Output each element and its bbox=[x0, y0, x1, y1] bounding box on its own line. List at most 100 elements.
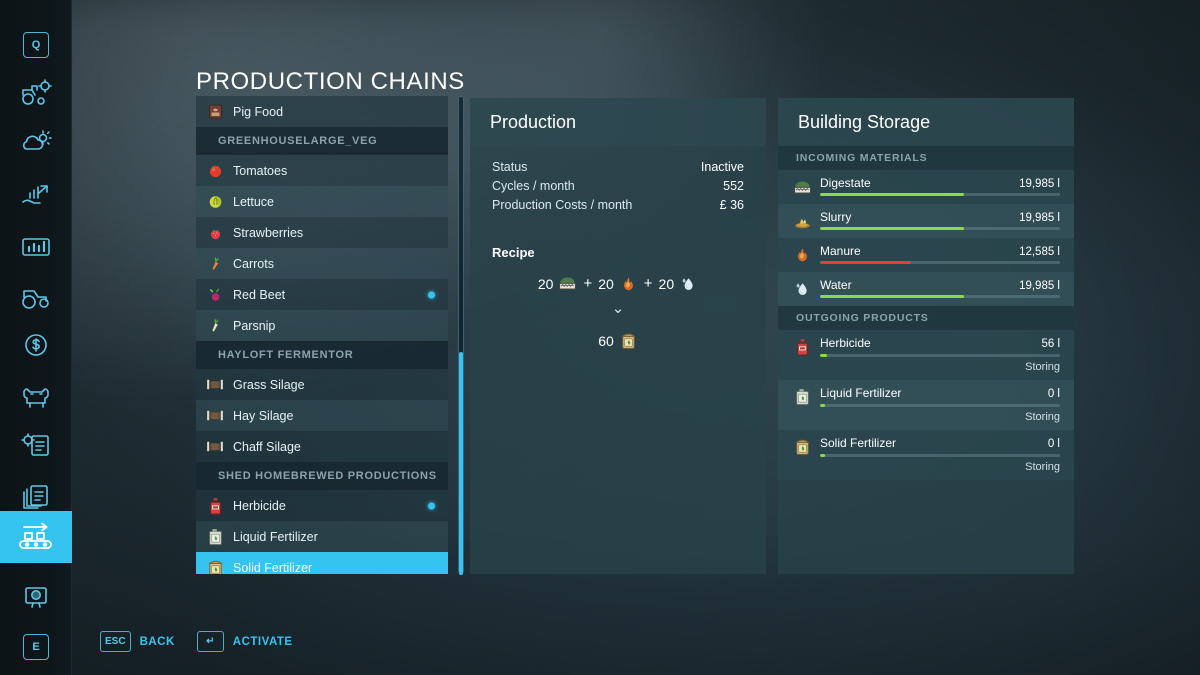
carrot-icon bbox=[206, 255, 224, 273]
manure-icon bbox=[792, 245, 812, 265]
tractor-icon bbox=[19, 282, 53, 312]
sidebar-item-animals[interactable] bbox=[0, 370, 72, 420]
list-item[interactable]: Carrots bbox=[196, 248, 448, 279]
sidebar-item-map-overview[interactable] bbox=[0, 572, 72, 622]
list-item[interactable]: Tomatoes bbox=[196, 155, 448, 186]
list-item[interactable]: Hay Silage bbox=[196, 400, 448, 431]
digestate-icon bbox=[792, 177, 812, 197]
outgoing-products-heading: OUTGOING PRODUCTS bbox=[778, 306, 1074, 330]
storage-row: Herbicide 56 l Storing bbox=[778, 330, 1074, 380]
sidebar-item-prices[interactable] bbox=[0, 170, 72, 220]
storage-row: Slurry 19,985 l bbox=[778, 204, 1074, 238]
status-dot bbox=[428, 291, 435, 298]
sidebar-item-statistics[interactable] bbox=[0, 222, 72, 272]
storage-panel-title: Building Storage bbox=[778, 98, 1074, 146]
building-storage-panel: Building Storage INCOMING MATERIALS Dige… bbox=[778, 98, 1074, 574]
list-item[interactable]: Red Beet bbox=[196, 279, 448, 310]
list-item[interactable]: Chaff Silage bbox=[196, 431, 448, 462]
bar-chart-screen-icon bbox=[19, 232, 53, 262]
herbicide-bottle-icon bbox=[206, 497, 224, 515]
pig-food-icon bbox=[206, 103, 224, 121]
list-item[interactable]: Grass Silage bbox=[196, 369, 448, 400]
manure-icon bbox=[619, 274, 638, 293]
storage-fill-bar bbox=[820, 261, 1060, 264]
outgoing-products-list: Herbicide 56 l Storing Liquid Fertilizer 0 l… bbox=[778, 330, 1074, 480]
recipe-amount: 60 bbox=[598, 332, 614, 349]
production-stat-label: Production Costs / month bbox=[492, 198, 633, 212]
list-group-header: SHED HOMEBREWED PRODUCTIONS bbox=[196, 462, 448, 490]
water-drop-icon bbox=[679, 274, 698, 293]
production-stat-value: £ 36 bbox=[719, 198, 744, 212]
production-stat-label: Status bbox=[492, 160, 528, 174]
storage-fill-bar bbox=[820, 193, 1060, 196]
list-item[interactable]: Parsnip bbox=[196, 310, 448, 341]
sidebar-item-quick-menu-key[interactable]: Q bbox=[0, 20, 72, 70]
production-stat-label: Cycles / month bbox=[492, 179, 575, 193]
list-item[interactable]: Lettuce bbox=[196, 186, 448, 217]
list-item[interactable]: Liquid Fertilizer bbox=[196, 521, 448, 552]
storage-item-status: Storing bbox=[1025, 461, 1060, 473]
list-item-label: Red Beet bbox=[233, 287, 286, 302]
production-stat-value: Inactive bbox=[700, 160, 744, 174]
storage-fill-bar bbox=[820, 404, 1060, 407]
storage-item-amount: 56 l bbox=[1041, 338, 1060, 350]
help-action-label: BACK bbox=[139, 635, 175, 648]
storage-row: Manure 12,585 l bbox=[778, 238, 1074, 272]
list-group-header: GREENHOUSELARGE_VEG bbox=[196, 127, 448, 155]
sidebar-item-finances[interactable] bbox=[0, 320, 72, 370]
liquid-fertilizer-icon bbox=[206, 528, 224, 546]
sidebar-item-contracts[interactable] bbox=[0, 420, 72, 470]
silage-bale-icon bbox=[206, 407, 224, 425]
dollar-circle-icon bbox=[19, 330, 53, 360]
storage-item-name: Digestate bbox=[820, 176, 871, 190]
sidebar-item-extra-menu-key[interactable]: E bbox=[0, 622, 72, 672]
list-group-label: SHED HOMEBREWED PRODUCTIONS bbox=[218, 470, 437, 482]
list-item-label: Hay Silage bbox=[233, 408, 294, 423]
lettuce-icon bbox=[206, 193, 224, 211]
production-panel: Production Status Inactive Cycles / month 5… bbox=[470, 98, 766, 574]
sidebar-item-production-chains[interactable] bbox=[0, 511, 72, 563]
e-keycap: E bbox=[23, 634, 49, 660]
list-item[interactable]: Solid Fertilizer bbox=[196, 552, 448, 574]
sidebar-item-vehicle-config[interactable] bbox=[0, 68, 72, 118]
parsnip-icon bbox=[206, 317, 224, 335]
weather-cloud-sun-icon bbox=[19, 128, 53, 158]
list-item-label: Tomatoes bbox=[233, 163, 288, 178]
sidebar-item-weather[interactable] bbox=[0, 118, 72, 168]
storage-item-amount: 19,985 l bbox=[1019, 280, 1060, 292]
silage-bale-icon bbox=[206, 438, 224, 456]
list-scrollbar-thumb[interactable] bbox=[459, 352, 463, 575]
tomato-icon bbox=[206, 162, 224, 180]
storage-row: Solid Fertilizer 0 l Storing bbox=[778, 430, 1074, 480]
help-key-cap: ESC bbox=[100, 631, 131, 652]
recipe-amount: 20 bbox=[658, 275, 675, 292]
storage-item-amount: 12,585 l bbox=[1019, 246, 1060, 258]
help-key-cap: ↵ bbox=[196, 631, 224, 652]
production-chain-list[interactable]: Pig Food GREENHOUSELARGE_VEG Tomatoes Lettu… bbox=[196, 96, 448, 574]
list-item-label: Lettuce bbox=[233, 194, 275, 209]
list-item[interactable]: Pig Food bbox=[196, 96, 448, 127]
recipe-amount: 20 bbox=[598, 275, 614, 292]
list-scrollbar-track[interactable] bbox=[458, 96, 464, 575]
production-stat-row: Cycles / month 552 bbox=[470, 177, 766, 196]
list-item[interactable]: Herbicide bbox=[196, 490, 448, 521]
gear-document-icon bbox=[19, 430, 53, 460]
production-panel-title: Production bbox=[470, 98, 766, 146]
list-group-label: HAYLOFT FERMENTOR bbox=[218, 349, 354, 361]
storage-row: Digestate 19,985 l bbox=[778, 170, 1074, 204]
solid-fertilizer-icon bbox=[792, 437, 812, 457]
recipe-outputs: 60 bbox=[470, 331, 766, 350]
recipe-plus-sign: + bbox=[583, 275, 593, 292]
storage-item-amount: 0 l bbox=[1047, 438, 1060, 450]
list-item-label: Strawberries bbox=[233, 225, 304, 240]
storage-row: Water 19,985 l bbox=[778, 272, 1074, 306]
list-item[interactable]: Strawberries bbox=[196, 217, 448, 248]
herbicide-bottle-icon bbox=[792, 337, 812, 357]
production-stat-row: Status Inactive bbox=[470, 158, 766, 177]
map-screen-icon bbox=[19, 582, 53, 612]
help-action-activate[interactable]: ↵ ACTIVATE bbox=[196, 631, 293, 652]
sidebar-item-vehicles[interactable] bbox=[0, 272, 72, 322]
help-action-back[interactable]: ESC BACK bbox=[100, 631, 175, 652]
page-title: PRODUCTION CHAINS bbox=[196, 68, 465, 95]
storage-item-name: Herbicide bbox=[820, 336, 871, 350]
